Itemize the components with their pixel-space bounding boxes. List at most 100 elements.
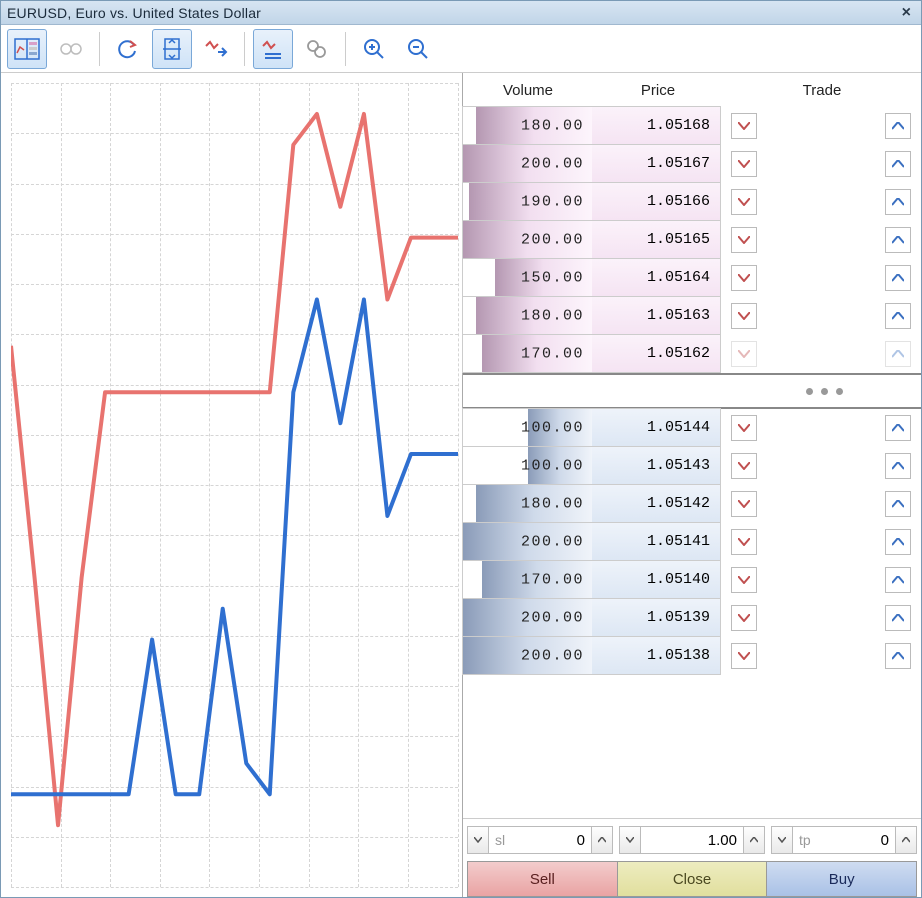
price-cell[interactable]: 1.05138 bbox=[591, 636, 721, 675]
lots-spinner[interactable]: 1.00 bbox=[619, 826, 765, 854]
trade-down-arrow bbox=[731, 341, 757, 367]
trade-down-arrow[interactable] bbox=[731, 605, 757, 631]
dom-spread-gap[interactable] bbox=[463, 373, 921, 409]
toolbar-refresh-icon[interactable] bbox=[108, 29, 148, 69]
price-cell[interactable]: 1.05163 bbox=[591, 296, 721, 335]
trade-cell bbox=[721, 297, 921, 335]
price-cell[interactable]: 1.05144 bbox=[591, 408, 721, 447]
center-icon bbox=[161, 37, 183, 61]
price-cell[interactable]: 1.05142 bbox=[591, 484, 721, 523]
price-cell[interactable]: 1.05164 bbox=[591, 258, 721, 297]
price-cell[interactable]: 1.05165 bbox=[591, 220, 721, 259]
trade-up-arrow[interactable] bbox=[885, 567, 911, 593]
trade-down-arrow[interactable] bbox=[731, 415, 757, 441]
toolbar-dom-toggle[interactable] bbox=[7, 29, 47, 69]
price-cell[interactable]: 1.05140 bbox=[591, 560, 721, 599]
price-cell[interactable]: 1.05141 bbox=[591, 522, 721, 561]
trade-down-arrow[interactable] bbox=[731, 265, 757, 291]
ellipsis-dot bbox=[806, 388, 813, 395]
header-price: Price bbox=[593, 82, 723, 99]
trade-cell bbox=[721, 637, 921, 675]
trade-down-arrow[interactable] bbox=[731, 491, 757, 517]
toolbar bbox=[1, 25, 921, 73]
volume-value: 180.00 bbox=[521, 495, 584, 512]
toolbar-center-icon[interactable] bbox=[152, 29, 192, 69]
sell-button[interactable]: Sell bbox=[467, 861, 618, 897]
toolbar-time-sales-icon[interactable] bbox=[253, 29, 293, 69]
price-cell[interactable]: 1.05162 bbox=[591, 334, 721, 373]
trade-up-arrow[interactable] bbox=[885, 227, 911, 253]
lots-value: 1.00 bbox=[708, 832, 737, 849]
dom-row-bid: 200.00 1.05141 bbox=[463, 523, 921, 561]
trade-down-arrow[interactable] bbox=[731, 113, 757, 139]
trade-up-arrow[interactable] bbox=[885, 529, 911, 555]
trade-cell bbox=[721, 599, 921, 637]
order-controls: sl 0 1.00 bbox=[463, 818, 921, 897]
trade-up-arrow[interactable] bbox=[885, 303, 911, 329]
dom-row-ask: 180.00 1.05163 bbox=[463, 297, 921, 335]
trade-up-arrow[interactable] bbox=[885, 265, 911, 291]
trade-up-arrow[interactable] bbox=[885, 491, 911, 517]
tick-chart-icon bbox=[204, 38, 228, 60]
trade-down-arrow[interactable] bbox=[731, 453, 757, 479]
toolbar-zoom-in[interactable] bbox=[354, 29, 394, 69]
volume-value: 180.00 bbox=[521, 307, 584, 324]
toolbar-spread-icon bbox=[51, 29, 91, 69]
bid-rows: 100.00 1.05144 100.00 1.05143 bbox=[463, 409, 921, 675]
trade-cell bbox=[721, 523, 921, 561]
tp-increment[interactable] bbox=[895, 826, 917, 854]
trade-cell bbox=[721, 561, 921, 599]
dom-empty-area bbox=[463, 675, 921, 818]
volume-value: 170.00 bbox=[521, 571, 584, 588]
trade-down-arrow[interactable] bbox=[731, 643, 757, 669]
price-cell[interactable]: 1.05167 bbox=[591, 144, 721, 183]
trade-down-arrow[interactable] bbox=[731, 529, 757, 555]
tp-spinner[interactable]: tp 0 bbox=[771, 826, 917, 854]
spread-icon bbox=[59, 38, 83, 60]
time-sales-icon bbox=[261, 38, 285, 60]
sl-spinner[interactable]: sl 0 bbox=[467, 826, 613, 854]
trade-down-arrow[interactable] bbox=[731, 151, 757, 177]
price-cell[interactable]: 1.05143 bbox=[591, 446, 721, 485]
toolbar-volume-icon[interactable] bbox=[297, 29, 337, 69]
trade-up-arrow[interactable] bbox=[885, 605, 911, 631]
toolbar-tick-chart-icon[interactable] bbox=[196, 29, 236, 69]
price-cell[interactable]: 1.05168 bbox=[591, 106, 721, 145]
sl-increment[interactable] bbox=[591, 826, 613, 854]
volume-cell: 100.00 bbox=[462, 408, 592, 447]
trade-down-arrow[interactable] bbox=[731, 189, 757, 215]
trade-cell bbox=[721, 485, 921, 523]
dom-row-bid: 170.00 1.05140 bbox=[463, 561, 921, 599]
ellipsis-dot bbox=[821, 388, 828, 395]
trade-up-arrow[interactable] bbox=[885, 453, 911, 479]
price-cell[interactable]: 1.05139 bbox=[591, 598, 721, 637]
lots-decrement[interactable] bbox=[619, 826, 641, 854]
trade-up-arrow[interactable] bbox=[885, 189, 911, 215]
sl-decrement[interactable] bbox=[467, 826, 489, 854]
trade-up-arrow[interactable] bbox=[885, 113, 911, 139]
trade-down-arrow[interactable] bbox=[731, 567, 757, 593]
dom-panel-icon bbox=[14, 38, 40, 60]
lots-input[interactable]: 1.00 bbox=[641, 826, 743, 854]
toolbar-zoom-out[interactable] bbox=[398, 29, 438, 69]
trade-down-arrow[interactable] bbox=[731, 303, 757, 329]
price-cell[interactable]: 1.05166 bbox=[591, 182, 721, 221]
volume-cell: 200.00 bbox=[462, 144, 592, 183]
trade-up-arrow[interactable] bbox=[885, 415, 911, 441]
chart-line-ask bbox=[11, 114, 458, 825]
tp-input[interactable]: tp 0 bbox=[793, 826, 895, 854]
tp-decrement[interactable] bbox=[771, 826, 793, 854]
close-icon[interactable]: × bbox=[898, 4, 915, 22]
trade-down-arrow[interactable] bbox=[731, 227, 757, 253]
trade-up-arrow[interactable] bbox=[885, 643, 911, 669]
tick-chart bbox=[1, 73, 463, 897]
trade-up-arrow[interactable] bbox=[885, 151, 911, 177]
lots-increment[interactable] bbox=[743, 826, 765, 854]
volume-value: 200.00 bbox=[521, 231, 584, 248]
close-button[interactable]: Close bbox=[617, 861, 768, 897]
volume-value: 100.00 bbox=[521, 457, 584, 474]
sl-input[interactable]: sl 0 bbox=[489, 826, 591, 854]
chart-line-bid bbox=[11, 299, 458, 794]
volume-value: 100.00 bbox=[521, 419, 584, 436]
buy-button[interactable]: Buy bbox=[766, 861, 917, 897]
